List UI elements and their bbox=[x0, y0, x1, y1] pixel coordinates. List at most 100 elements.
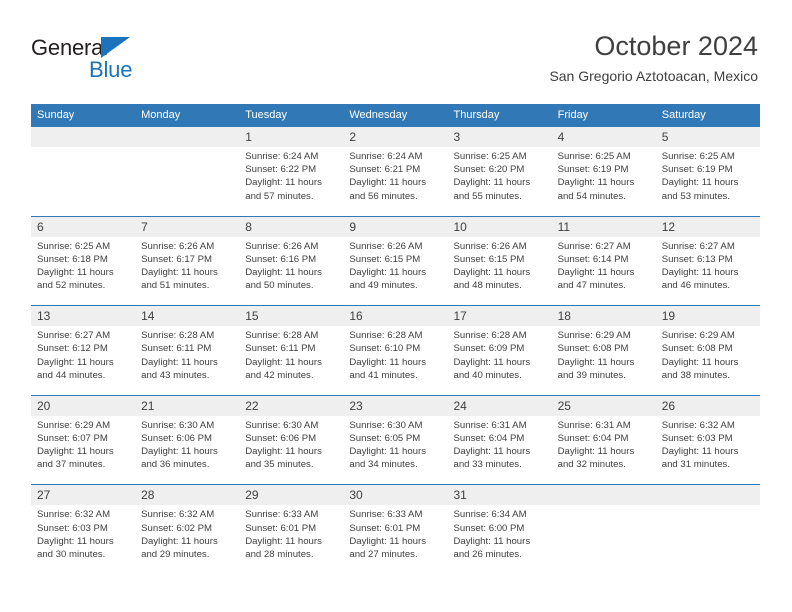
calendar-day-cell[interactable]: 14 Sunrise: 6:28 AM Sunset: 6:11 PM Dayligh… bbox=[135, 305, 240, 395]
day-number: 15 bbox=[245, 309, 259, 324]
sunrise-text: Sunrise: 6:25 AM bbox=[557, 151, 631, 162]
day-number-band: 10 bbox=[447, 216, 552, 237]
day-number-band: 9 bbox=[343, 216, 448, 237]
day-sun-info: Sunrise: 6:24 AM Sunset: 6:21 PM Daylight:… bbox=[343, 147, 447, 203]
day-number-band: 3 bbox=[447, 127, 552, 147]
sunset-text: Sunset: 6:04 PM bbox=[557, 432, 629, 444]
daylight-text-cont: and 57 minutes. bbox=[245, 190, 314, 202]
daylight-text-cont: and 34 minutes. bbox=[349, 459, 418, 471]
calendar-day-cell[interactable]: 16 Sunrise: 6:28 AM Sunset: 6:10 PM Dayligh… bbox=[343, 305, 448, 395]
day-number: 22 bbox=[245, 398, 259, 413]
sunset-text: Sunset: 6:10 PM bbox=[349, 343, 421, 355]
calendar-day-cell[interactable]: 5 Sunrise: 6:25 AM Sunset: 6:19 PM Daylight… bbox=[655, 126, 760, 216]
day-number: 19 bbox=[661, 309, 676, 324]
day-sun-info: Sunrise: 6:25 AM Sunset: 6:18 PM Daylight:… bbox=[31, 237, 135, 293]
sunset-text: Sunset: 6:13 PM bbox=[661, 253, 733, 265]
sunrise-text: Sunrise: 6:32 AM bbox=[661, 419, 735, 431]
calendar-day-cell[interactable]: 6 Sunrise: 6:25 AM Sunset: 6:18 PM Daylight… bbox=[31, 215, 136, 306]
day-sun-info: Sunrise: 6:26 AM Sunset: 6:17 PM Daylight:… bbox=[135, 237, 239, 293]
daylight-text-cont: and 40 minutes. bbox=[453, 369, 522, 381]
day-number-band: 27 bbox=[31, 485, 136, 506]
daylight-text: Daylight: 11 hours bbox=[245, 177, 322, 189]
day-sun-info: Sunrise: 6:28 AM Sunset: 6:10 PM Daylight:… bbox=[343, 326, 447, 382]
sunset-text: Sunset: 6:14 PM bbox=[557, 253, 629, 265]
calendar-day-cell[interactable]: 17 Sunrise: 6:28 AM Sunset: 6:09 PM Dayligh… bbox=[447, 305, 552, 395]
calendar-day-cell[interactable]: 4 Sunrise: 6:25 AM Sunset: 6:19 PM Daylight… bbox=[551, 126, 656, 216]
day-sun-info: Sunrise: 6:28 AM Sunset: 6:09 PM Daylight:… bbox=[448, 326, 552, 382]
calendar-day-cell[interactable]: 30 Sunrise: 6:33 AM Sunset: 6:01 PM Dayligh… bbox=[343, 484, 448, 574]
sunrise-text: Sunrise: 6:25 AM bbox=[453, 151, 527, 162]
calendar-day-cell[interactable]: 2 Sunrise: 6:24 AM Sunset: 6:21 PM Daylight… bbox=[343, 126, 448, 216]
calendar-week-row: 20 Sunrise: 6:29 AM Sunset: 6:07 PM Dayligh… bbox=[31, 394, 760, 485]
daylight-text-cont: and 29 minutes. bbox=[141, 548, 210, 560]
calendar-day-cell[interactable]: 22 Sunrise: 6:30 AM Sunset: 6:06 PM Dayligh… bbox=[239, 394, 344, 485]
sunset-text: Sunset: 6:15 PM bbox=[453, 253, 525, 265]
calendar-day-cell[interactable]: 3 Sunrise: 6:25 AM Sunset: 6:20 PM Daylight… bbox=[447, 126, 552, 216]
sunrise-text: Sunrise: 6:31 AM bbox=[453, 419, 527, 431]
calendar-weeks: 1 Sunrise: 6:24 AM Sunset: 6:22 PM Daylight… bbox=[31, 126, 760, 574]
sunset-text: Sunset: 6:00 PM bbox=[453, 522, 525, 534]
calendar-day-cell[interactable]: 15 Sunrise: 6:28 AM Sunset: 6:11 PM Dayligh… bbox=[239, 305, 344, 395]
calendar-day-cell[interactable]: 12 Sunrise: 6:27 AM Sunset: 6:13 PM Dayligh… bbox=[655, 215, 760, 306]
sunset-text: Sunset: 6:11 PM bbox=[141, 343, 212, 355]
day-number: 13 bbox=[37, 309, 51, 324]
calendar-day-cell[interactable]: 11 Sunrise: 6:27 AM Sunset: 6:14 PM Dayligh… bbox=[551, 215, 656, 306]
calendar-day-cell[interactable]: 24 Sunrise: 6:31 AM Sunset: 6:04 PM Dayligh… bbox=[447, 394, 552, 485]
weekday-header-wednesday: Wednesday bbox=[349, 109, 408, 121]
sunset-text: Sunset: 6:19 PM bbox=[661, 164, 733, 176]
weekday-header-tuesday: Tuesday bbox=[245, 109, 288, 121]
day-number-band: 6 bbox=[31, 216, 136, 237]
sunset-text: Sunset: 6:12 PM bbox=[37, 343, 108, 355]
page-title: October 2024 bbox=[594, 31, 758, 61]
calendar-day-cell[interactable]: 20 Sunrise: 6:29 AM Sunset: 6:07 PM Dayligh… bbox=[31, 394, 136, 485]
daylight-text-cont: and 43 minutes. bbox=[141, 369, 210, 381]
daylight-text-cont: and 48 minutes. bbox=[453, 280, 522, 292]
calendar-day-cell[interactable]: 13 Sunrise: 6:27 AM Sunset: 6:12 PM Dayligh… bbox=[31, 305, 136, 395]
day-sun-info: Sunrise: 6:27 AM Sunset: 6:12 PM Daylight:… bbox=[31, 326, 135, 382]
calendar-day-cell[interactable]: 23 Sunrise: 6:30 AM Sunset: 6:05 PM Dayligh… bbox=[343, 394, 448, 485]
sunset-text: Sunset: 6:01 PM bbox=[349, 522, 421, 534]
daylight-text-cont: and 33 minutes. bbox=[453, 459, 522, 471]
calendar-day-cell[interactable]: 1 Sunrise: 6:24 AM Sunset: 6:22 PM Daylight… bbox=[239, 126, 344, 216]
daylight-text-cont: and 41 minutes. bbox=[349, 369, 418, 381]
day-number-band: 4 bbox=[551, 127, 656, 147]
sunset-text: Sunset: 6:02 PM bbox=[141, 522, 213, 534]
calendar-week-row: 13 Sunrise: 6:27 AM Sunset: 6:12 PM Dayligh… bbox=[31, 305, 760, 395]
day-number: 8 bbox=[245, 219, 252, 234]
day-number-band: 28 bbox=[135, 485, 240, 506]
sunrise-text: Sunrise: 6:31 AM bbox=[557, 419, 631, 431]
sunset-text: Sunset: 6:06 PM bbox=[141, 432, 213, 444]
day-number-band: 7 bbox=[135, 216, 240, 237]
sunset-text: Sunset: 6:22 PM bbox=[245, 164, 317, 176]
calendar-day-cell[interactable]: 26 Sunrise: 6:32 AM Sunset: 6:03 PM Dayligh… bbox=[655, 394, 760, 485]
daylight-text: Daylight: 11 hours bbox=[349, 177, 426, 189]
day-number-band: 12 bbox=[655, 216, 760, 237]
sunset-text: Sunset: 6:15 PM bbox=[349, 253, 421, 265]
calendar-day-cell[interactable]: 21 Sunrise: 6:30 AM Sunset: 6:06 PM Dayligh… bbox=[135, 394, 240, 485]
daylight-text: Daylight: 11 hours bbox=[349, 356, 426, 368]
calendar-day-cell[interactable]: 27 Sunrise: 6:32 AM Sunset: 6:03 PM Dayligh… bbox=[31, 484, 136, 574]
calendar-day-cell[interactable]: 18 Sunrise: 6:29 AM Sunset: 6:08 PM Dayligh… bbox=[551, 305, 656, 395]
calendar-day-cell[interactable]: 7 Sunrise: 6:26 AM Sunset: 6:17 PM Daylight… bbox=[135, 215, 240, 306]
day-sun-info: Sunrise: 6:31 AM Sunset: 6:04 PM Daylight:… bbox=[448, 416, 552, 472]
calendar-day-cell[interactable]: 31 Sunrise: 6:34 AM Sunset: 6:00 PM Dayligh… bbox=[447, 484, 552, 574]
day-number: 11 bbox=[557, 219, 571, 234]
daylight-text: Daylight: 11 hours bbox=[37, 356, 114, 368]
daylight-text-cont: and 26 minutes. bbox=[453, 548, 522, 560]
calendar-day-cell[interactable]: 9 Sunrise: 6:26 AM Sunset: 6:15 PM Daylight… bbox=[343, 215, 448, 306]
day-number-band: 5 bbox=[655, 127, 760, 147]
calendar-day-cell[interactable]: 29 Sunrise: 6:33 AM Sunset: 6:01 PM Dayligh… bbox=[239, 484, 344, 574]
day-number: 24 bbox=[453, 398, 467, 413]
calendar-day-cell[interactable]: 25 Sunrise: 6:31 AM Sunset: 6:04 PM Dayligh… bbox=[551, 394, 656, 485]
calendar-day-cell-empty bbox=[655, 484, 760, 574]
day-number-band bbox=[655, 485, 760, 506]
calendar-day-cell[interactable]: 8 Sunrise: 6:26 AM Sunset: 6:16 PM Daylight… bbox=[239, 215, 344, 306]
day-number-band bbox=[135, 127, 240, 147]
daylight-text: Daylight: 11 hours bbox=[245, 446, 322, 458]
sunset-text: Sunset: 6:21 PM bbox=[349, 164, 421, 176]
sunset-text: Sunset: 6:17 PM bbox=[141, 253, 213, 265]
day-number: 21 bbox=[141, 398, 155, 413]
calendar-day-cell[interactable]: 10 Sunrise: 6:26 AM Sunset: 6:15 PM Dayligh… bbox=[447, 215, 552, 306]
calendar-day-cell[interactable]: 19 Sunrise: 6:29 AM Sunset: 6:08 PM Dayligh… bbox=[655, 305, 760, 395]
calendar-day-cell[interactable]: 28 Sunrise: 6:32 AM Sunset: 6:02 PM Dayligh… bbox=[135, 484, 240, 574]
